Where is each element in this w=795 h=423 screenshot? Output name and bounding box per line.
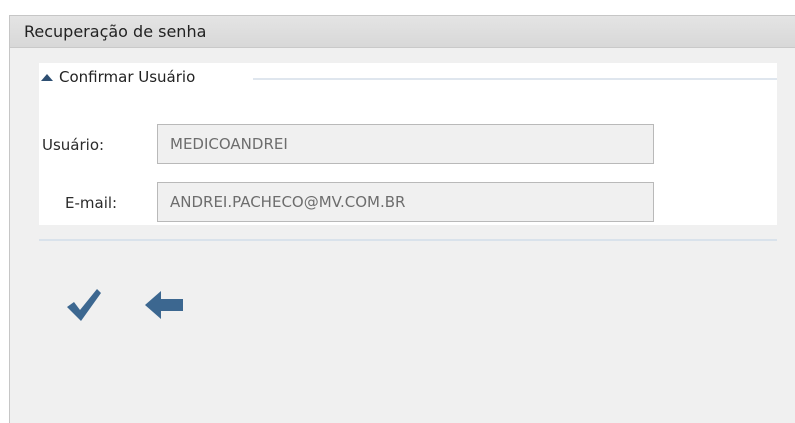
usuario-input[interactable] <box>157 124 654 164</box>
section-collapse-toggle[interactable]: Confirmar Usuário <box>39 63 249 93</box>
back-button[interactable] <box>141 285 187 325</box>
email-label: E-mail: <box>65 194 118 212</box>
usuario-label: Usuário: <box>42 136 105 154</box>
section-title: Confirmar Usuário <box>59 68 196 86</box>
checkmark-icon <box>67 289 101 321</box>
section-divider <box>253 78 777 80</box>
arrow-left-icon <box>145 291 183 319</box>
chevron-up-icon <box>41 74 53 81</box>
section-header: Confirmar Usuário <box>39 63 777 93</box>
window-titlebar: Recuperação de senha <box>10 16 795 48</box>
form-separator <box>39 239 777 241</box>
confirm-user-panel: Confirmar Usuário Usuário: E-mail: <box>39 63 777 225</box>
window-title: Recuperação de senha <box>24 22 207 41</box>
password-recovery-window: Recuperação de senha Confirmar Usuário U… <box>9 15 795 423</box>
confirm-button[interactable] <box>61 285 107 325</box>
email-input[interactable] <box>157 182 654 222</box>
